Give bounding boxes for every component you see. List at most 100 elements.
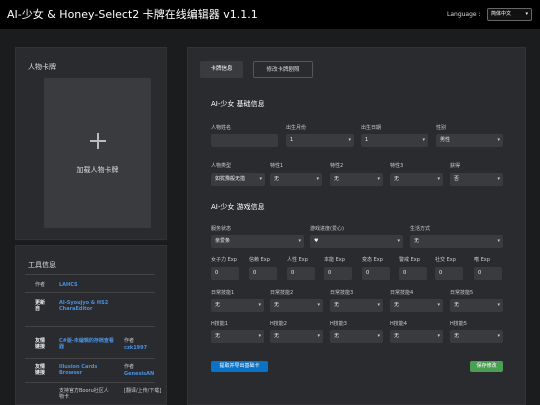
type-select[interactable]: 如犹豫般无措 ▾ bbox=[211, 173, 265, 186]
divider bbox=[25, 326, 155, 327]
friend-author-2[interactable]: GenesisAN bbox=[124, 371, 154, 377]
exp-input[interactable]: 0 bbox=[399, 267, 427, 280]
state-select[interactable]: 亲爱条 ▾ bbox=[211, 235, 304, 248]
friend-link-label-2: 友情链接 bbox=[35, 364, 46, 376]
h-skill-label: H技能5 bbox=[450, 321, 467, 327]
trait3-value: 无 bbox=[394, 176, 400, 182]
exp-input[interactable]: 0 bbox=[249, 267, 277, 280]
trait2-label: 特性2 bbox=[330, 163, 344, 169]
daily-skill-label: 日常技能3 bbox=[330, 290, 354, 296]
h-skill-select[interactable]: 无 ▾ bbox=[450, 330, 503, 343]
fetish-select[interactable]: 否 ▾ bbox=[450, 173, 503, 186]
trait2-value: 无 bbox=[334, 176, 340, 182]
birth-month-select[interactable]: 1 ▾ bbox=[286, 134, 354, 147]
favor-label: 游戏进度(爱心) bbox=[310, 226, 344, 232]
gender-select[interactable]: 男性 ▾ bbox=[436, 134, 503, 147]
lifestyle-select[interactable]: 无 ▾ bbox=[410, 235, 503, 248]
exp-input[interactable]: 0 bbox=[324, 267, 352, 280]
fetish-value: 否 bbox=[454, 176, 460, 182]
update-link[interactable]: AI-Syoujyo & HS2 CharaEditor bbox=[59, 300, 119, 312]
booru-note: [翻译/上传/下载] bbox=[124, 388, 162, 394]
h-skill-value: 无 bbox=[394, 333, 400, 339]
name-input[interactable] bbox=[211, 134, 278, 147]
basic-info-title: AI-少女 基础信息 bbox=[211, 100, 265, 108]
friend-author-label-1: 作者 bbox=[124, 338, 135, 344]
exp-input[interactable]: 0 bbox=[474, 267, 502, 280]
update-label: 更新自 bbox=[35, 300, 46, 312]
h-skill-select[interactable]: 无 ▾ bbox=[211, 330, 264, 343]
author-link[interactable]: LAHCS bbox=[59, 282, 78, 288]
exp-label: 女子力 Exp bbox=[211, 257, 237, 263]
chevron-down-icon: ▾ bbox=[497, 176, 500, 182]
exp-input[interactable]: 0 bbox=[211, 267, 239, 280]
app-title: AI-少女 & Honey-Select2 卡牌在线编辑器 v1.1.1 bbox=[7, 8, 258, 21]
birth-day-select[interactable]: 1 ▾ bbox=[361, 134, 428, 147]
type-value: 如犹豫般无措 bbox=[215, 176, 246, 182]
trait1-select[interactable]: 无 ▾ bbox=[270, 173, 322, 186]
exp-input[interactable]: 0 bbox=[287, 267, 315, 280]
exp-label: 嗜 Exp bbox=[474, 257, 490, 263]
daily-skill-value: 无 bbox=[334, 302, 340, 308]
trait3-select[interactable]: 无 ▾ bbox=[390, 173, 443, 186]
chevron-down-icon: ▾ bbox=[525, 11, 528, 17]
birth-month-label: 出生月份 bbox=[286, 125, 307, 131]
lifestyle-value: 无 bbox=[414, 238, 420, 244]
daily-skill-select[interactable]: 无 ▾ bbox=[211, 299, 264, 312]
trait1-value: 无 bbox=[274, 176, 280, 182]
h-skill-label: H技能3 bbox=[330, 321, 347, 327]
language-select[interactable]: 简体中文 ▾ bbox=[487, 8, 532, 21]
friend-author-label-2: 作者 bbox=[124, 364, 135, 370]
divider bbox=[25, 382, 155, 383]
booru-link[interactable]: 支持官方Booru社区人物卡 bbox=[59, 388, 111, 400]
trait3-label: 特性3 bbox=[390, 163, 404, 169]
friend-link-2[interactable]: Illusion Cards Browser bbox=[59, 364, 114, 376]
friend-author-1[interactable]: czk1997 bbox=[124, 345, 147, 351]
tab-card-photo[interactable]: 修改卡牌剧照 bbox=[253, 61, 313, 78]
daily-skill-value: 无 bbox=[454, 302, 460, 308]
chevron-down-icon: ▾ bbox=[422, 137, 425, 143]
exp-input[interactable]: 0 bbox=[435, 267, 463, 280]
type-label: 人物类型 bbox=[211, 163, 232, 169]
daily-skill-select[interactable]: 无 ▾ bbox=[450, 299, 503, 312]
exp-label: 社交 Exp bbox=[435, 257, 456, 263]
divider bbox=[25, 292, 155, 293]
h-skill-select[interactable]: 无 ▾ bbox=[270, 330, 323, 343]
daily-skill-select[interactable]: 无 ▾ bbox=[390, 299, 443, 312]
birth-month-value: 1 bbox=[290, 137, 294, 143]
chevron-down-icon: ▾ bbox=[377, 333, 380, 339]
state-label: 服务状态 bbox=[211, 226, 232, 232]
tool-info-title: 工具信息 bbox=[28, 261, 56, 269]
birth-day-label: 出生日期 bbox=[361, 125, 382, 131]
daily-skill-select[interactable]: 无 ▾ bbox=[270, 299, 323, 312]
upload-card-label: 加载人物卡牌 bbox=[76, 166, 119, 174]
save-button[interactable]: 保存修改 bbox=[470, 361, 503, 372]
tab-card-info[interactable]: 卡牌信息 bbox=[200, 61, 243, 78]
chevron-down-icon: ▾ bbox=[317, 333, 320, 339]
exp-label: 信赖 Exp bbox=[249, 257, 270, 263]
fetish-label: 获得 bbox=[450, 163, 461, 169]
chevron-down-icon: ▾ bbox=[437, 176, 440, 182]
chevron-down-icon: ▾ bbox=[437, 333, 440, 339]
upload-card-button[interactable]: 加载人物卡牌 bbox=[44, 78, 151, 228]
exp-input[interactable]: 0 bbox=[362, 267, 390, 280]
trait2-select[interactable]: 无 ▾ bbox=[330, 173, 383, 186]
extract-button[interactable]: 提取并导出基础卡 bbox=[211, 361, 268, 372]
lifestyle-label: 生活方式 bbox=[410, 226, 431, 232]
h-skill-select[interactable]: 无 ▾ bbox=[330, 330, 383, 343]
gender-label: 性别 bbox=[436, 125, 447, 131]
daily-skill-label: 日常技能5 bbox=[450, 290, 474, 296]
chevron-down-icon: ▾ bbox=[377, 302, 380, 308]
exp-label: 人性 Exp bbox=[287, 257, 308, 263]
friend-link-1[interactable]: C#版-未编辑的存档查看器 bbox=[59, 338, 114, 350]
favor-select[interactable]: ♥ ▾ bbox=[310, 235, 403, 248]
daily-skill-select[interactable]: 无 ▾ bbox=[330, 299, 383, 312]
exp-label: 警戒 Exp bbox=[399, 257, 420, 263]
top-bar: AI-少女 & Honey-Select2 卡牌在线编辑器 v1.1.1 Lan… bbox=[0, 0, 540, 29]
chevron-down-icon: ▾ bbox=[298, 238, 301, 244]
chevron-down-icon: ▾ bbox=[377, 176, 380, 182]
language-label: Language : bbox=[447, 11, 481, 18]
chevron-down-icon: ▾ bbox=[258, 333, 261, 339]
h-skill-select[interactable]: 无 ▾ bbox=[390, 330, 443, 343]
birth-day-value: 1 bbox=[365, 137, 369, 143]
exp-label: 本能 Exp bbox=[324, 257, 345, 263]
